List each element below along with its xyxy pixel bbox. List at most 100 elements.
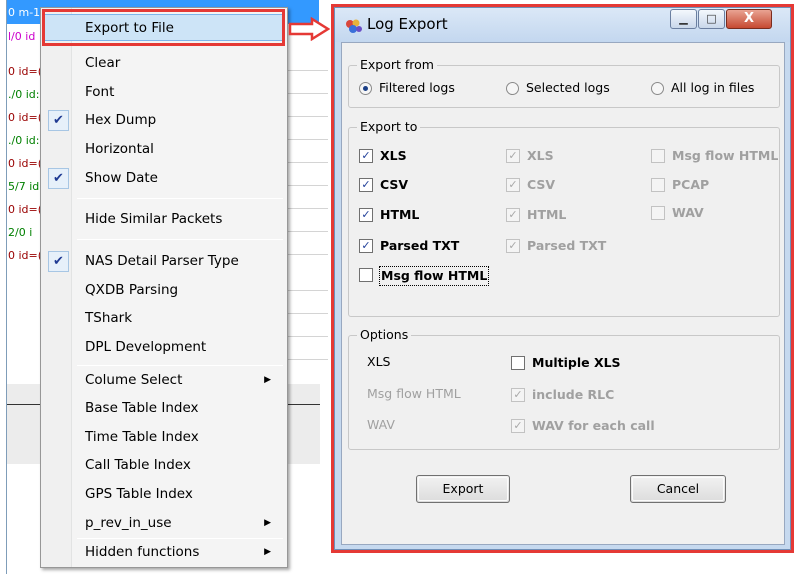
- menu-item-label: Time Table Index: [85, 429, 199, 445]
- menu-item-label: TShark: [85, 310, 133, 326]
- menu-item-hex-dump[interactable]: ✔ Hex Dump: [43, 107, 285, 134]
- menu-separator: [77, 365, 283, 366]
- menu-item-gps-table-index[interactable]: GPS Table Index: [43, 481, 285, 508]
- log-row-fragment[interactable]: 2/0 i: [7, 221, 43, 244]
- menu-item-clear[interactable]: Clear: [43, 50, 285, 77]
- radio-selected-icon: [359, 82, 372, 95]
- group-label: Options: [357, 327, 412, 342]
- button-label: Export: [442, 481, 484, 496]
- app-icon: [346, 19, 362, 33]
- log-row-fragment[interactable]: l/0 id: [7, 25, 43, 48]
- log-row-fragment[interactable]: 0 id=(: [7, 106, 43, 129]
- menu-item-label: QXDB Parsing: [85, 282, 179, 298]
- log-row-fragment[interactable]: 0 m-1: [7, 1, 43, 24]
- menu-separator: [77, 198, 283, 199]
- grid-line: [288, 359, 328, 360]
- checkmark-icon: ✓: [506, 178, 520, 192]
- log-export-dialog: Log Export ▁ □ X Export from Filtered lo…: [334, 7, 791, 550]
- log-row-fragment[interactable]: ./0 id:: [7, 83, 43, 106]
- menu-item-qxdb-parsing[interactable]: QXDB Parsing: [43, 277, 285, 304]
- grid-line: [288, 116, 328, 117]
- grid-line: [288, 162, 328, 163]
- grid-line: [288, 93, 328, 94]
- menu-item-tshark[interactable]: TShark: [43, 305, 285, 332]
- checkbox-label: XLS: [380, 148, 407, 163]
- minimize-icon: ▁: [679, 12, 688, 25]
- radio-empty-icon: [506, 82, 519, 95]
- checkbox-label: XLS: [527, 148, 554, 163]
- checkmark-icon: ✓: [506, 149, 520, 163]
- dialog-titlebar[interactable]: Log Export ▁ □ X: [335, 8, 790, 42]
- menu-item-label: Hex Dump: [85, 112, 157, 128]
- radio-label: All log in files: [671, 80, 755, 95]
- checkmark-icon: ✓: [511, 388, 525, 402]
- checkmark-icon: ✓: [506, 239, 520, 253]
- menu-item-base-table-index[interactable]: Base Table Index: [43, 395, 285, 422]
- submenu-arrow-icon: ▶: [264, 518, 271, 528]
- radio-label: Selected logs: [526, 80, 610, 95]
- grid-line: [288, 290, 328, 291]
- submenu-arrow-icon: ▶: [264, 547, 271, 557]
- grid-line: [288, 185, 328, 186]
- group-label: Export from: [357, 57, 437, 72]
- checkbox-label: HTML: [380, 207, 420, 222]
- checkbox-empty-icon: [651, 206, 665, 220]
- checkbox-empty-icon: [359, 268, 373, 282]
- log-row-fragment[interactable]: ./0 id:: [7, 129, 43, 152]
- menu-item-label: Horizontal: [85, 141, 154, 157]
- menu-item-label: Hidden functions: [85, 544, 200, 560]
- checkbox-label: include RLC: [532, 387, 615, 402]
- checkbox-label: WAV: [672, 205, 704, 220]
- checkbox-label: HTML: [527, 207, 567, 222]
- checkbox-empty-icon: [511, 356, 525, 370]
- checkbox-label: CSV: [527, 177, 556, 192]
- dialog-client-area: Export from Filtered logs Selected logs …: [341, 42, 785, 545]
- cancel-button[interactable]: Cancel: [630, 475, 726, 503]
- close-icon: X: [743, 11, 755, 26]
- log-row-fragment[interactable]: 0 id=(: [7, 198, 43, 221]
- menu-item-label: Base Table Index: [85, 400, 199, 416]
- close-button[interactable]: X: [726, 9, 772, 29]
- menu-item-label: Call Table Index: [85, 457, 191, 473]
- menu-item-font[interactable]: Font: [43, 79, 285, 106]
- menu-item-label: DPL Development: [85, 339, 207, 355]
- maximize-button[interactable]: □: [698, 9, 725, 29]
- menu-item-colume-select[interactable]: Colume Select ▶: [43, 367, 285, 394]
- menu-item-horizontal[interactable]: Horizontal: [43, 136, 285, 163]
- checkbox-label: WAV for each call: [532, 418, 655, 433]
- checkbox-label: Multiple XLS: [532, 355, 621, 370]
- export-button[interactable]: Export: [416, 475, 510, 503]
- checkmark-icon: ✓: [359, 208, 373, 222]
- menu-item-hidden-functions[interactable]: Hidden functions ▶: [43, 539, 285, 566]
- submenu-arrow-icon: ▶: [264, 375, 271, 385]
- menu-item-show-date[interactable]: ✔ Show Date: [43, 165, 285, 192]
- log-row-fragment[interactable]: 0 id=(: [7, 152, 43, 175]
- button-label: Cancel: [656, 481, 700, 496]
- log-row-fragment[interactable]: 0 id=(: [7, 244, 43, 267]
- highlight-box-export-to-file: [42, 9, 285, 46]
- grid-line: [288, 313, 328, 314]
- checkbox-label: Msg flow HTML: [672, 148, 779, 163]
- grid-line: [288, 70, 328, 71]
- menu-item-time-table-index[interactable]: Time Table Index: [43, 424, 285, 451]
- menu-item-label: Show Date: [85, 170, 158, 186]
- checkbox-empty-icon: [651, 149, 665, 163]
- radio-label: Filtered logs: [379, 80, 455, 95]
- grid-line: [288, 139, 328, 140]
- checkbox-label: PCAP: [672, 177, 710, 192]
- menu-item-label: Colume Select: [85, 372, 183, 388]
- minimize-button[interactable]: ▁: [670, 9, 697, 29]
- menu-item-hide-similar-packets[interactable]: Hide Similar Packets: [43, 206, 285, 233]
- menu-item-nas-detail-parser-type[interactable]: ✔ NAS Detail Parser Type: [43, 248, 285, 275]
- checkmark-icon: ✔: [48, 251, 69, 272]
- log-row-fragment[interactable]: 0 id=(: [7, 60, 43, 83]
- checkbox-label: Parsed TXT: [380, 238, 460, 253]
- checkbox-empty-icon: [651, 178, 665, 192]
- menu-item-dpl-development[interactable]: DPL Development: [43, 334, 285, 361]
- group-label: Export to: [357, 119, 421, 134]
- log-row-fragment[interactable]: 5/7 id: [7, 175, 43, 198]
- menu-item-call-table-index[interactable]: Call Table Index: [43, 452, 285, 479]
- menu-item-p-rev-in-use[interactable]: p_rev_in_use ▶: [43, 510, 285, 537]
- checkbox-label: Msg flow HTML: [379, 266, 490, 286]
- menu-item-label: p_rev_in_use: [85, 515, 172, 531]
